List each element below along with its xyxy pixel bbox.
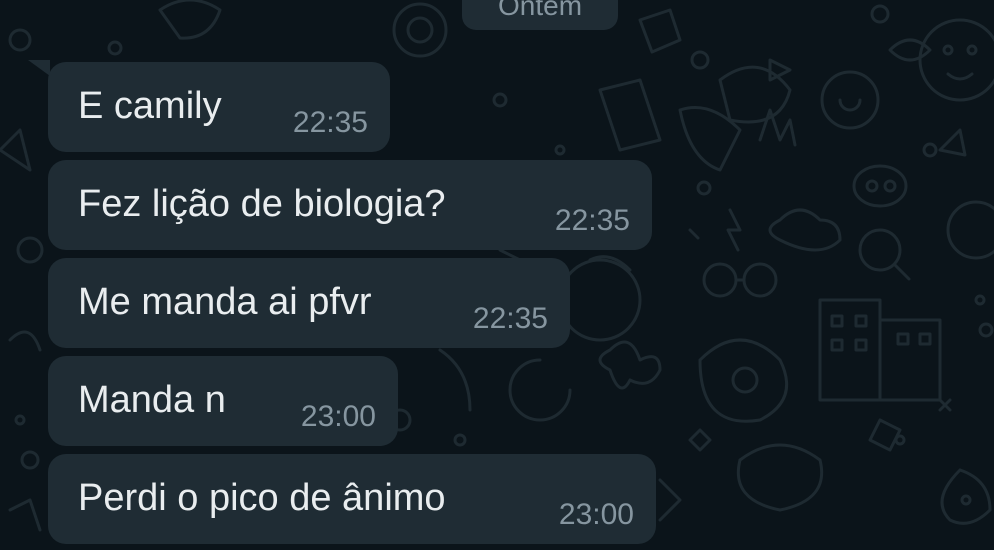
message-bubble[interactable]: E camily 22:35	[48, 62, 390, 152]
message-text: E camily	[78, 85, 222, 127]
message-bubble[interactable]: Perdi o pico de ânimo 23:00	[48, 454, 656, 544]
date-separator: Ontem	[462, 0, 618, 30]
message-time: 22:35	[292, 106, 368, 139]
message-time: 23:00	[558, 498, 634, 531]
message-text: Manda n	[78, 379, 226, 421]
message-bubble[interactable]: Manda n 23:00	[48, 356, 398, 446]
message-text: Me manda ai pfvr	[78, 281, 372, 323]
message-bubble[interactable]: Me manda ai pfvr 22:35	[48, 258, 570, 348]
message-text: Perdi o pico de ânimo	[78, 477, 446, 519]
bubble-tail	[28, 60, 50, 76]
message-time: 22:35	[472, 302, 548, 335]
message-time: 22:35	[554, 204, 630, 237]
message-bubble[interactable]: Fez lição de biologia? 22:35	[48, 160, 652, 250]
message-text: Fez lição de biologia?	[78, 183, 446, 225]
message-time: 23:00	[300, 400, 376, 433]
